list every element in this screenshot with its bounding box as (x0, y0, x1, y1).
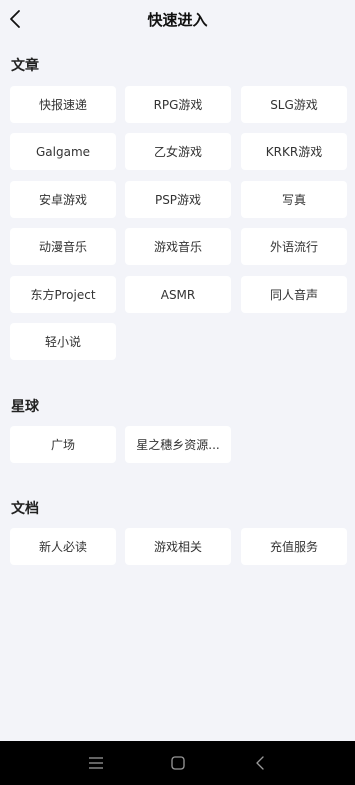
article-item-light-novel[interactable]: 轻小说 (10, 323, 116, 360)
planet-item-plaza[interactable]: 广场 (10, 426, 116, 463)
article-item-otome[interactable]: 乙女游戏 (125, 133, 231, 170)
article-item-game-music[interactable]: 游戏音乐 (125, 228, 231, 265)
menu-icon (89, 757, 103, 769)
nav-back-button[interactable] (252, 754, 270, 772)
article-item-flash-news[interactable]: 快报速递 (10, 86, 116, 123)
article-item-foreign-pop[interactable]: 外语流行 (241, 228, 347, 265)
article-item-slg[interactable]: SLG游戏 (241, 86, 347, 123)
nav-menu-button[interactable] (87, 754, 105, 772)
section-title-articles: 文章 (11, 58, 39, 74)
article-item-doujin-voice[interactable]: 同人音声 (241, 276, 347, 313)
doc-item-game-related[interactable]: 游戏相关 (125, 528, 231, 565)
header: 快速进入 (0, 0, 355, 40)
section-title-docs: 文档 (11, 501, 39, 517)
article-item-krkr[interactable]: KRKR游戏 (241, 133, 347, 170)
doc-item-newbie[interactable]: 新人必读 (10, 528, 116, 565)
article-item-touhou[interactable]: 东方Project (10, 276, 116, 313)
article-item-rpg[interactable]: RPG游戏 (125, 86, 231, 123)
article-item-anime-music[interactable]: 动漫音乐 (10, 228, 116, 265)
planet-item-resources[interactable]: 星之穗乡资源... (125, 426, 231, 463)
article-item-galgame[interactable]: Galgame (10, 133, 116, 170)
page-title: 快速进入 (147, 11, 208, 29)
home-icon (171, 756, 185, 770)
nav-home-button[interactable] (169, 754, 187, 772)
article-item-asmr[interactable]: ASMR (125, 276, 231, 313)
system-nav-bar (0, 741, 355, 785)
section-title-planet: 星球 (11, 399, 39, 415)
article-item-photo[interactable]: 写真 (241, 181, 347, 218)
article-item-psp[interactable]: PSP游戏 (125, 181, 231, 218)
back-icon (256, 756, 264, 770)
article-item-android[interactable]: 安卓游戏 (10, 181, 116, 218)
doc-item-recharge[interactable]: 充值服务 (241, 528, 347, 565)
